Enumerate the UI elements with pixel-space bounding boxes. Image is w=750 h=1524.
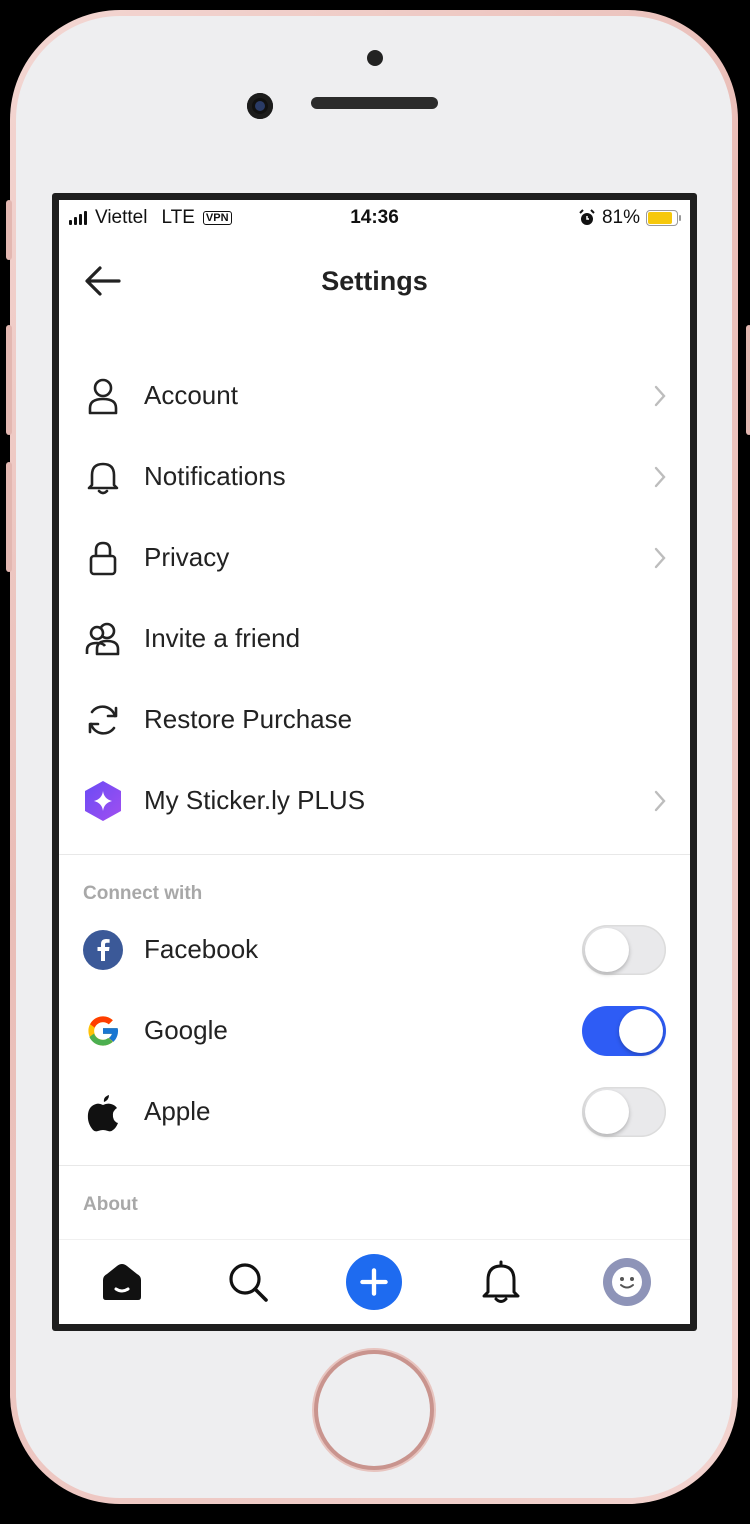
notifications-bell-icon[interactable] — [473, 1254, 529, 1310]
section-heading-about: About — [83, 1194, 138, 1215]
bell-icon — [83, 457, 123, 497]
toggle-knob — [585, 1089, 629, 1134]
connect-item-label: Apple — [144, 1096, 211, 1126]
status-bar: Viettel LTE VPN 14:36 81% — [59, 200, 690, 236]
volume-down-button — [6, 462, 12, 572]
bottom-tab-bar — [59, 1239, 690, 1324]
connect-item-facebook: Facebook — [59, 909, 690, 990]
page-title: Settings — [321, 266, 428, 296]
plus-badge-icon — [83, 780, 123, 821]
front-camera — [247, 93, 273, 119]
menu-item-label: My Sticker.ly PLUS — [144, 785, 366, 815]
nav-header: Settings — [59, 246, 690, 316]
battery-fill — [648, 212, 673, 224]
settings-menu: Account Notifications Privacy Invite a f… — [59, 355, 690, 1216]
earpiece-speaker — [311, 97, 438, 109]
power-button — [746, 325, 750, 435]
menu-item-label: Privacy — [144, 542, 230, 572]
alarm-icon — [579, 209, 595, 225]
toggle-knob — [585, 927, 629, 972]
toggle-knob — [619, 1008, 663, 1053]
facebook-toggle[interactable] — [582, 924, 666, 975]
menu-item-notifications[interactable]: Notifications — [59, 436, 690, 517]
mute-switch — [6, 200, 12, 260]
person-icon — [83, 376, 123, 416]
apple-icon — [83, 1092, 123, 1132]
menu-item-invite[interactable]: Invite a friend — [59, 598, 690, 679]
chevron-right-icon — [654, 385, 666, 406]
profile-avatar-icon[interactable] — [599, 1254, 655, 1310]
chevron-right-icon — [654, 547, 666, 568]
battery-icon — [646, 210, 681, 226]
connect-item-google: Google — [59, 990, 690, 1071]
create-plus-icon[interactable] — [346, 1254, 402, 1310]
connect-item-label: Google — [144, 1015, 228, 1045]
menu-item-account[interactable]: Account — [59, 355, 690, 436]
menu-item-privacy[interactable]: Privacy — [59, 517, 690, 598]
section-heading-connect: Connect with — [83, 883, 203, 904]
menu-item-label: Invite a friend — [144, 623, 301, 653]
connect-item-label: Facebook — [144, 934, 259, 964]
google-icon — [83, 1011, 123, 1051]
volume-up-button — [6, 325, 12, 435]
home-button[interactable] — [318, 1354, 430, 1466]
proximity-sensor — [367, 50, 383, 66]
people-icon — [83, 619, 123, 659]
apple-toggle[interactable] — [582, 1086, 666, 1137]
connect-item-apple: Apple — [59, 1071, 690, 1152]
chevron-right-icon — [654, 790, 666, 811]
home-icon[interactable] — [94, 1254, 150, 1310]
menu-item-restore-purchase[interactable]: Restore Purchase — [59, 679, 690, 760]
app-screen: Viettel LTE VPN 14:36 81% Settings Accou… — [59, 200, 690, 1324]
battery-percent: 81% — [601, 207, 640, 228]
lock-icon — [83, 538, 123, 578]
chevron-right-icon — [654, 466, 666, 487]
menu-item-plus[interactable]: My Sticker.ly PLUS — [59, 760, 690, 841]
search-icon[interactable] — [220, 1254, 276, 1310]
facebook-icon — [83, 929, 123, 970]
menu-item-label: Account — [144, 380, 238, 410]
google-toggle[interactable] — [582, 1005, 666, 1056]
menu-item-label: Restore Purchase — [144, 704, 353, 734]
refresh-icon — [83, 700, 123, 740]
menu-item-label: Notifications — [144, 461, 286, 491]
